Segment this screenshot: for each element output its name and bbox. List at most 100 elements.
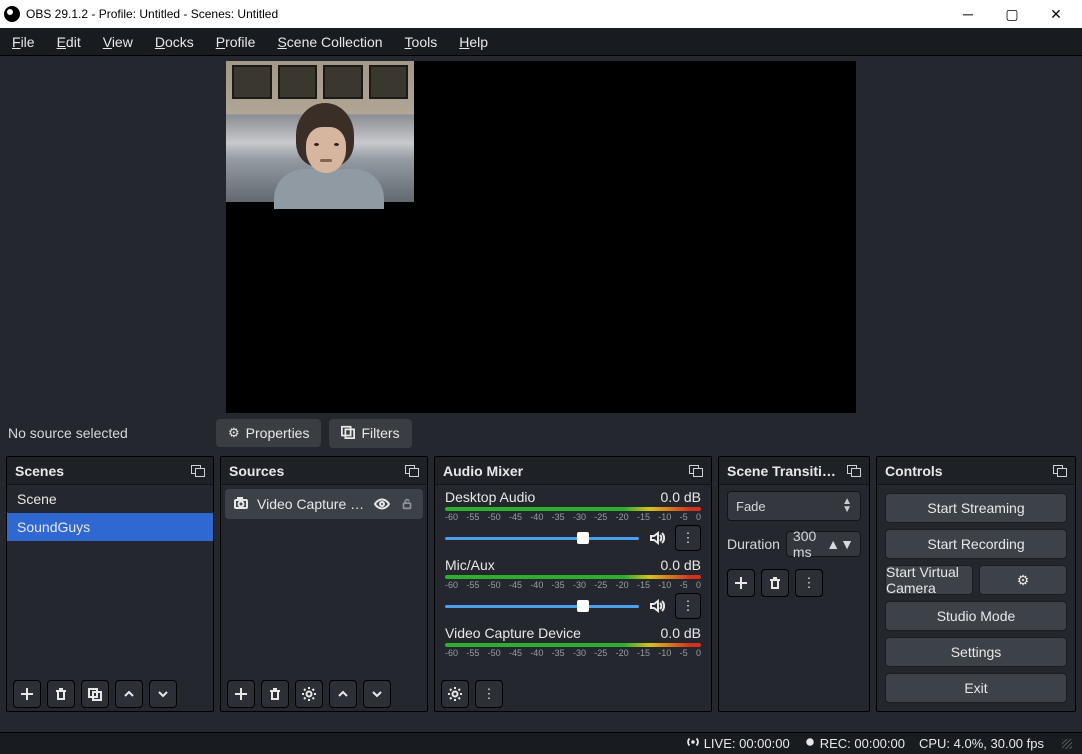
menu-tools[interactable]: Tools: [399, 32, 444, 52]
studio-mode-button[interactable]: Studio Mode: [885, 601, 1067, 631]
dock-toggle-icon[interactable]: [405, 465, 419, 477]
audio-mixer-panel: Audio Mixer Desktop Audio 0.0 dB -60-55-…: [434, 456, 712, 712]
transition-value: Fade: [736, 499, 766, 514]
channel-db: 0.0 dB: [661, 557, 701, 573]
speaker-icon[interactable]: [647, 530, 667, 546]
volume-slider[interactable]: [445, 537, 639, 540]
lock-toggle[interactable]: [399, 497, 415, 511]
transition-menu-button[interactable]: ⋮: [795, 569, 823, 597]
scenes-title: Scenes: [15, 463, 64, 479]
scene-row[interactable]: SoundGuys: [7, 513, 213, 541]
dock-toggle-icon[interactable]: [1053, 465, 1067, 477]
sources-list: Video Capture Dev: [221, 485, 427, 677]
chevron-updown-icon: ▲▼: [842, 498, 852, 514]
window-close-button[interactable]: ✕: [1034, 0, 1078, 28]
menu-edit[interactable]: Edit: [51, 32, 87, 52]
controls-panel: Controls Start Streaming Start Recording…: [876, 456, 1076, 712]
menu-view[interactable]: View: [97, 32, 139, 52]
transition-add-button[interactable]: [727, 569, 755, 597]
dock-toggle-icon[interactable]: [191, 465, 205, 477]
scene-filter-button[interactable]: [81, 680, 109, 708]
gear-icon: ⚙: [228, 425, 240, 441]
properties-button[interactable]: ⚙ Properties: [216, 419, 321, 447]
source-properties-button[interactable]: [295, 680, 323, 708]
visibility-toggle[interactable]: [373, 496, 391, 512]
channel-menu-button[interactable]: ⋮: [675, 525, 701, 551]
mixer-list: Desktop Audio 0.0 dB -60-55-50-45-40-35-…: [435, 485, 711, 677]
preview-canvas[interactable]: [226, 61, 856, 413]
filters-label: Filters: [361, 425, 399, 441]
start-virtual-camera-button[interactable]: Start Virtual Camera: [885, 565, 973, 595]
broadcast-icon: [686, 735, 700, 752]
scenes-panel: Scenes SceneSoundGuys: [6, 456, 214, 712]
source-name: Video Capture Dev: [257, 496, 365, 512]
menu-help[interactable]: Help: [453, 32, 494, 52]
dock-toggle-icon[interactable]: [689, 465, 703, 477]
source-add-button[interactable]: [227, 680, 255, 708]
controls-title: Controls: [885, 463, 943, 479]
start-recording-button[interactable]: Start Recording: [885, 529, 1067, 559]
resize-grip[interactable]: [1062, 739, 1072, 749]
scene-move-down-button[interactable]: [149, 680, 177, 708]
record-icon: [804, 736, 816, 751]
scene-move-up-button[interactable]: [115, 680, 143, 708]
menu-bar: File Edit View Docks Profile Scene Colle…: [0, 28, 1082, 56]
preview-area[interactable]: [0, 56, 1082, 414]
window-maximize-button[interactable]: ▢: [990, 0, 1034, 28]
status-bar: LIVE: 00:00:00 REC: 00:00:00 CPU: 4.0%, …: [0, 732, 1082, 754]
duration-label: Duration: [727, 536, 780, 552]
dock-toggle-icon[interactable]: [847, 465, 861, 477]
menu-profile[interactable]: Profile: [210, 32, 262, 52]
menu-file[interactable]: File: [6, 32, 41, 52]
audio-meter: -60-55-50-45-40-35-30-25-20-15-10-50: [445, 507, 701, 522]
transitions-panel: Scene Transiti… Fade ▲▼ Duration 300 ms …: [718, 456, 870, 712]
filters-button[interactable]: Filters: [329, 419, 411, 448]
menu-scene-collection[interactable]: Scene Collection: [271, 32, 388, 52]
transition-remove-button[interactable]: [761, 569, 789, 597]
webcam-preview[interactable]: [226, 61, 414, 202]
audio-meter: -60-55-50-45-40-35-30-25-20-15-10-50: [445, 643, 701, 658]
chevron-updown-icon: ▲▼: [826, 536, 854, 552]
mixer-channel: Desktop Audio 0.0 dB -60-55-50-45-40-35-…: [435, 485, 711, 553]
properties-label: Properties: [246, 425, 310, 441]
exit-button[interactable]: Exit: [885, 673, 1067, 703]
mixer-menu-button[interactable]: ⋮: [475, 680, 503, 708]
mixer-channel: Mic/Aux 0.0 dB -60-55-50-45-40-35-30-25-…: [435, 553, 711, 621]
stream-status: LIVE: 00:00:00: [686, 735, 790, 752]
volume-slider[interactable]: [445, 605, 639, 608]
duration-spinbox[interactable]: 300 ms ▲▼: [786, 531, 861, 557]
scenes-list: SceneSoundGuys: [7, 485, 213, 541]
sources-title: Sources: [229, 463, 284, 479]
source-toolbar: No source selected ⚙ Properties Filters: [0, 414, 1082, 452]
channel-db: 0.0 dB: [661, 625, 701, 641]
channel-name: Desktop Audio: [445, 489, 661, 505]
gear-icon: ⚙: [1017, 572, 1030, 589]
scene-add-button[interactable]: [13, 680, 41, 708]
mixer-title: Audio Mixer: [443, 463, 523, 479]
menu-docks[interactable]: Docks: [149, 32, 200, 52]
transition-select[interactable]: Fade ▲▼: [727, 491, 861, 521]
channel-menu-button[interactable]: ⋮: [675, 593, 701, 619]
source-move-up-button[interactable]: [329, 680, 357, 708]
channel-name: Mic/Aux: [445, 557, 661, 573]
docks-row: Scenes SceneSoundGuys Sources Video Capt…: [0, 452, 1082, 712]
scene-remove-button[interactable]: [47, 680, 75, 708]
channel-db: 0.0 dB: [661, 489, 701, 505]
camera-icon: [233, 495, 249, 514]
mixer-advanced-button[interactable]: [441, 680, 469, 708]
cpu-status: CPU: 4.0%, 30.00 fps: [919, 736, 1044, 751]
window-minimize-button[interactable]: ─: [946, 0, 990, 28]
virtual-camera-settings-button[interactable]: ⚙: [979, 565, 1067, 595]
window-titlebar: OBS 29.1.2 - Profile: Untitled - Scenes:…: [0, 0, 1082, 28]
speaker-icon[interactable]: [647, 598, 667, 614]
settings-button[interactable]: Settings: [885, 637, 1067, 667]
channel-name: Video Capture Device: [445, 625, 661, 641]
start-streaming-button[interactable]: Start Streaming: [885, 493, 1067, 523]
source-remove-button[interactable]: [261, 680, 289, 708]
source-move-down-button[interactable]: [363, 680, 391, 708]
scene-row[interactable]: Scene: [7, 485, 213, 513]
window-title: OBS 29.1.2 - Profile: Untitled - Scenes:…: [26, 7, 278, 21]
filters-icon: [341, 425, 355, 442]
source-row[interactable]: Video Capture Dev: [225, 489, 423, 519]
audio-meter: -60-55-50-45-40-35-30-25-20-15-10-50: [445, 575, 701, 590]
